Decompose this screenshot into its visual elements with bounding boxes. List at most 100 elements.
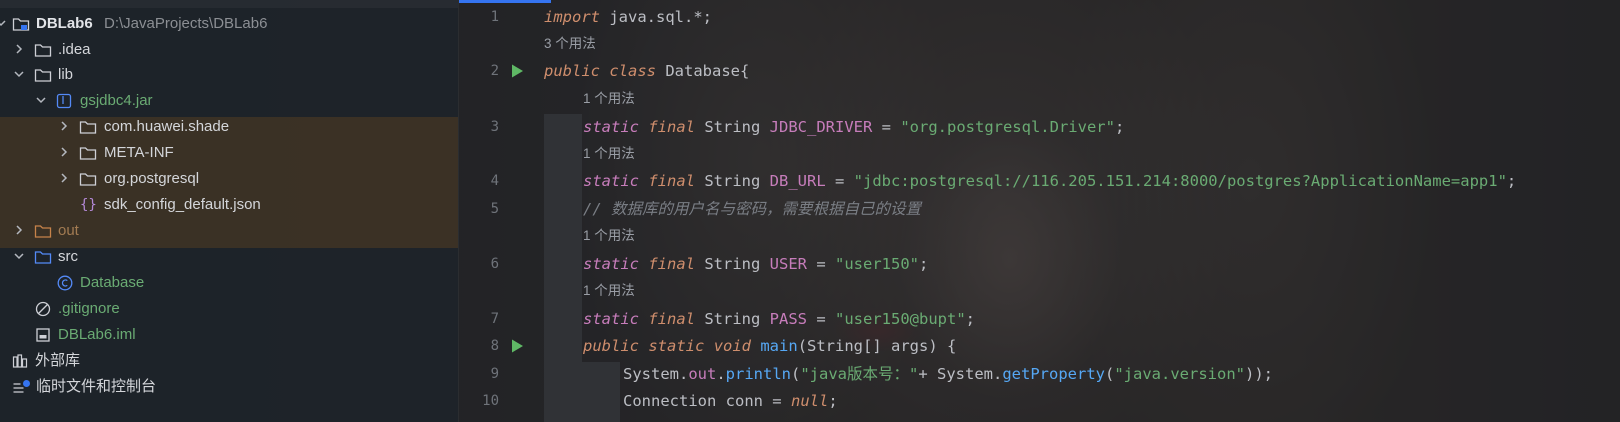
indent-guide bbox=[582, 362, 620, 422]
tree-item-idea[interactable]: .idea bbox=[0, 37, 458, 63]
root-label: DBLab6 bbox=[36, 15, 93, 32]
code-line-2[interactable]: public class Database{ bbox=[544, 58, 749, 84]
run-main-icon[interactable] bbox=[509, 338, 525, 354]
field: PASS bbox=[769, 310, 807, 328]
tree-item-src[interactable]: src bbox=[0, 244, 458, 270]
chevron-right-icon[interactable] bbox=[12, 218, 26, 244]
chevron-down-icon[interactable] bbox=[12, 62, 26, 88]
run-class-icon[interactable] bbox=[509, 63, 525, 79]
code-text: )); bbox=[1245, 365, 1273, 383]
string-literal: "java版本号：" bbox=[800, 365, 919, 383]
tree-item-jar[interactable]: gsjdbc4.jar bbox=[0, 88, 458, 114]
chevron-right-icon[interactable] bbox=[57, 114, 71, 140]
java-class-icon bbox=[57, 270, 77, 296]
keyword: static bbox=[648, 337, 705, 355]
usage-hint[interactable]: 1 个用法 bbox=[583, 278, 635, 304]
keyword: class bbox=[609, 62, 657, 80]
line-number: 4 bbox=[490, 173, 499, 189]
tree-item-meta-inf[interactable]: META-INF bbox=[0, 140, 458, 166]
field: JDBC_DRIVER bbox=[769, 118, 873, 136]
root-path: D:\JavaProjects\DBLab6 bbox=[104, 15, 268, 32]
keyword: null bbox=[790, 392, 829, 410]
semicolon: ; bbox=[1506, 172, 1517, 190]
chevron-right-icon[interactable] bbox=[57, 166, 71, 192]
line-number: 8 bbox=[490, 338, 499, 354]
field: out bbox=[688, 365, 717, 383]
folder-icon bbox=[34, 62, 54, 88]
keyword: static bbox=[583, 172, 639, 190]
tree-item-com-huawei-shade[interactable]: com.huawei.shade bbox=[0, 114, 458, 140]
code-line-7[interactable]: static final String PASS = "user150@bupt… bbox=[583, 306, 975, 332]
semicolon: ; bbox=[1114, 118, 1125, 136]
line-number: 5 bbox=[490, 201, 499, 217]
tree-item-external-libraries[interactable]: 外部库 bbox=[0, 348, 458, 374]
line-number: 2 bbox=[490, 63, 499, 79]
jar-icon bbox=[56, 88, 76, 114]
parameters: (String[] args) { bbox=[797, 337, 957, 355]
type: String bbox=[695, 255, 770, 273]
code-editor[interactable]: 1 2 3 4 5 6 7 8 9 10 import java.sql.*; … bbox=[459, 0, 1620, 422]
tree-item-scratches[interactable]: 临时文件和控制台 bbox=[0, 374, 458, 400]
line-number: 3 bbox=[490, 119, 499, 135]
line-number: 7 bbox=[490, 311, 499, 327]
string-literal: "java.version" bbox=[1114, 365, 1245, 383]
code-text: ( bbox=[791, 365, 801, 383]
type: String bbox=[695, 172, 770, 190]
indent-guide bbox=[544, 114, 582, 422]
panel-header-strip bbox=[0, 0, 458, 8]
line-number: 10 bbox=[482, 393, 499, 409]
string-literal: "jdbc:postgresql://116.205.151.214:8000/… bbox=[853, 172, 1507, 190]
keyword: static bbox=[583, 310, 639, 328]
tree-item-label: .gitignore bbox=[58, 300, 120, 317]
folder-icon bbox=[79, 114, 99, 140]
comment: // 数据库的用户名与密码，需要根据自己的设置 bbox=[583, 200, 921, 218]
tree-item-database-class[interactable]: Database bbox=[0, 270, 458, 296]
chevron-down-icon[interactable] bbox=[34, 88, 48, 114]
chevron-right-icon[interactable] bbox=[57, 140, 71, 166]
tree-item-sdk-config[interactable]: {} sdk_config_default.json bbox=[0, 192, 458, 218]
usage-hint[interactable]: 1 个用法 bbox=[583, 223, 635, 249]
code-line-5[interactable]: // 数据库的用户名与密码，需要根据自己的设置 bbox=[583, 196, 921, 222]
code-text: + System. bbox=[918, 365, 1003, 383]
method-name: getProperty bbox=[1002, 365, 1105, 383]
usage-hint[interactable]: 1 个用法 bbox=[583, 141, 635, 167]
library-icon bbox=[12, 348, 32, 374]
module-folder-icon bbox=[12, 11, 32, 37]
operator: = bbox=[872, 118, 901, 136]
folder-icon bbox=[34, 37, 54, 63]
keyword: final bbox=[648, 310, 696, 328]
code-line-1[interactable]: import java.sql.*; bbox=[544, 4, 712, 30]
tree-item-label: META-INF bbox=[104, 144, 174, 161]
tree-item-lib[interactable]: lib bbox=[0, 62, 458, 88]
tree-item-root[interactable]: DBLab6 D:\JavaProjects\DBLab6 bbox=[0, 11, 458, 37]
tree-item-out[interactable]: out bbox=[0, 218, 458, 244]
folder-icon bbox=[79, 166, 99, 192]
tree-item-label: .idea bbox=[58, 41, 91, 58]
chevron-down-icon[interactable] bbox=[12, 244, 26, 270]
usage-hint[interactable]: 1 个用法 bbox=[583, 86, 635, 112]
chevron-down-icon[interactable] bbox=[0, 11, 8, 37]
code-line-3[interactable]: static final String JDBC_DRIVER = "org.p… bbox=[583, 114, 1124, 140]
tree-item-gitignore[interactable]: .gitignore bbox=[0, 296, 458, 322]
semicolon: ; bbox=[828, 392, 838, 410]
keyword: static bbox=[583, 118, 639, 136]
code-line-8[interactable]: public static void main(String[] args) { bbox=[583, 333, 956, 359]
string-literal: "org.postgresql.Driver" bbox=[900, 118, 1115, 136]
code-line-6[interactable]: static final String USER = "user150"; bbox=[583, 251, 928, 277]
usage-hint[interactable]: 3 个用法 bbox=[544, 31, 596, 57]
scratches-icon bbox=[12, 374, 32, 400]
tree-item-label: org.postgresql bbox=[104, 170, 200, 187]
tree-item-org-postgresql[interactable]: org.postgresql bbox=[0, 166, 458, 192]
keyword: public bbox=[544, 62, 600, 80]
operator: = bbox=[825, 172, 854, 190]
folder-icon bbox=[79, 140, 99, 166]
keyword: import bbox=[544, 8, 600, 26]
code-line-4[interactable]: static final String DB_URL = "jdbc:postg… bbox=[583, 168, 1516, 194]
code-line-10[interactable]: Connection conn = null; bbox=[623, 388, 838, 414]
keyword: final bbox=[648, 172, 696, 190]
chevron-right-icon[interactable] bbox=[12, 37, 26, 63]
tree-item-iml[interactable]: DBLab6.iml bbox=[0, 322, 458, 348]
type: String bbox=[695, 310, 770, 328]
code-line-9[interactable]: System.out.println("java版本号："+ System.ge… bbox=[623, 361, 1273, 387]
keyword: static bbox=[583, 255, 639, 273]
